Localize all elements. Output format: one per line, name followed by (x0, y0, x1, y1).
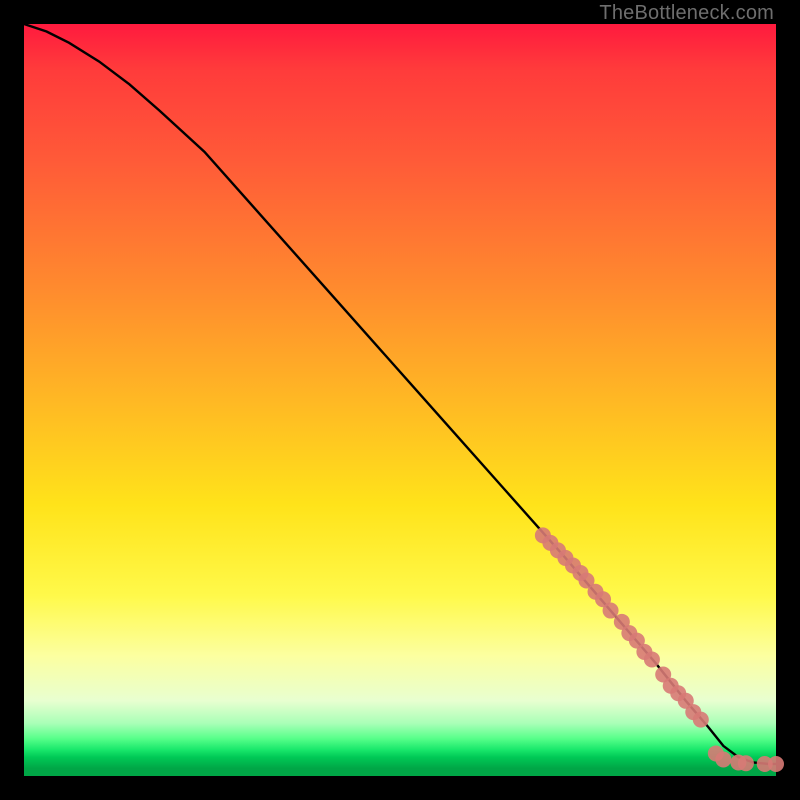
curve-layer (24, 24, 776, 776)
chart-frame: TheBottleneck.com (0, 0, 800, 800)
marker-group (535, 527, 784, 772)
plot-area (24, 24, 776, 776)
main-curve (24, 24, 776, 764)
data-point (715, 751, 731, 767)
data-point (644, 651, 660, 667)
watermark-text: TheBottleneck.com (599, 2, 774, 25)
data-point (603, 603, 619, 619)
data-point (693, 712, 709, 728)
data-point (768, 756, 784, 772)
data-point (738, 755, 754, 771)
